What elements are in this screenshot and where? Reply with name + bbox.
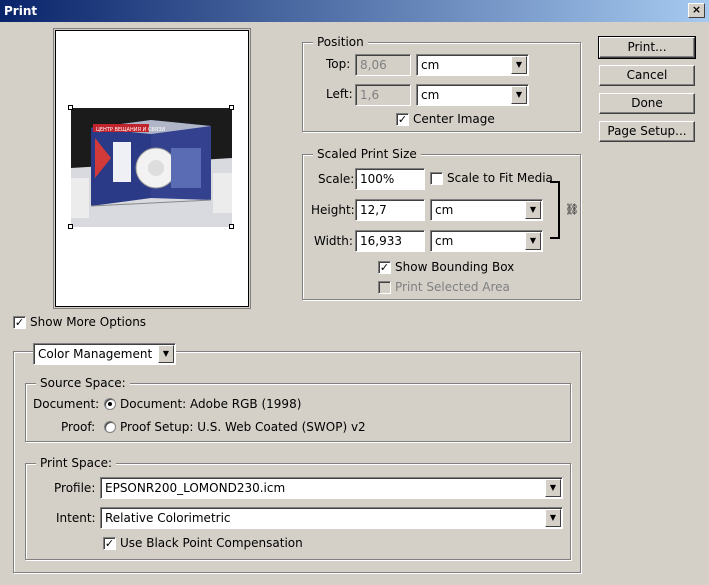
center-image-label: Center Image — [413, 112, 495, 126]
scale-to-fit-checkbox[interactable] — [430, 172, 443, 185]
source-space-label: Source Space: — [36, 376, 130, 390]
cancel-button[interactable]: Cancel — [599, 65, 695, 86]
scale-field[interactable]: 100% — [355, 168, 425, 190]
proof-label: Proof: — [61, 420, 96, 434]
show-more-options-checkbox[interactable]: ✓ — [13, 316, 26, 329]
document-option-label: Document: Adobe RGB (1998) — [120, 397, 302, 411]
height-unit-select[interactable]: cm ▼ — [430, 199, 543, 221]
bounding-box-label: Show Bounding Box — [395, 260, 515, 274]
resize-handle-tr[interactable] — [229, 105, 234, 110]
chevron-down-icon: ▼ — [511, 86, 527, 104]
chevron-down-icon: ▼ — [545, 509, 561, 527]
top-unit-select[interactable]: cm ▼ — [416, 54, 529, 76]
print-selected-area-label: Print Selected Area — [395, 280, 510, 294]
done-button[interactable]: Done — [599, 93, 695, 114]
print-button[interactable]: Print... — [598, 36, 696, 59]
left-unit-value: cm — [421, 88, 440, 102]
width-field[interactable]: 16,933 — [355, 230, 425, 252]
height-label: Height: — [311, 203, 355, 217]
intent-select[interactable]: Relative Colorimetric ▼ — [100, 507, 563, 529]
close-button[interactable]: × — [688, 3, 705, 18]
options-type-value: Color Management — [38, 347, 153, 361]
intent-value: Relative Colorimetric — [105, 511, 231, 525]
proof-option-label: Proof Setup: U.S. Web Coated (SWOP) v2 — [120, 420, 366, 434]
profile-select[interactable]: EPSONR200_LOMOND230.icm ▼ — [100, 477, 563, 499]
left-label: Left: — [326, 87, 353, 101]
bounding-box-checkbox[interactable]: ✓ — [378, 261, 391, 274]
width-unit-select[interactable]: cm ▼ — [430, 230, 543, 252]
show-more-options-label: Show More Options — [30, 315, 147, 329]
document-label: Document: — [33, 397, 100, 411]
title-bar — [0, 0, 709, 22]
left-unit-select[interactable]: cm ▼ — [416, 84, 529, 106]
width-label: Width: — [314, 234, 353, 248]
scaled-group-label: Scaled Print Size — [313, 147, 421, 161]
print-selected-area-checkbox — [378, 281, 391, 294]
black-point-compensation-label: Use Black Point Compensation — [120, 536, 303, 550]
position-group-label: Position — [313, 35, 368, 49]
preview-image[interactable]: ЦЕНТР ВЕЩАНИЯ И СВЯЗИ — [71, 108, 232, 227]
document-radio[interactable] — [104, 398, 116, 410]
page-setup-button[interactable]: Page Setup... — [599, 121, 695, 142]
window-title: Print — [4, 4, 38, 18]
resize-handle-tl[interactable] — [68, 105, 73, 110]
chevron-down-icon: ▼ — [511, 56, 527, 74]
chevron-down-icon: ▼ — [158, 345, 174, 363]
chevron-down-icon: ▼ — [545, 479, 561, 497]
options-type-select[interactable]: Color Management ▼ — [33, 343, 176, 365]
intent-label: Intent: — [56, 511, 96, 525]
proof-radio[interactable] — [104, 421, 116, 433]
left-field[interactable]: 1,6 — [355, 84, 411, 106]
width-unit-value: cm — [435, 234, 454, 248]
height-field[interactable]: 12,7 — [355, 199, 425, 221]
resize-handle-br[interactable] — [229, 224, 234, 229]
chevron-down-icon: ▼ — [525, 201, 541, 219]
scale-label: Scale: — [318, 172, 355, 186]
profile-label: Profile: — [54, 481, 96, 495]
print-space-label: Print Space: — [36, 456, 117, 470]
top-label: Top: — [326, 57, 351, 71]
center-image-checkbox[interactable]: ✓ — [396, 113, 409, 126]
resize-handle-bl[interactable] — [68, 224, 73, 229]
scale-to-fit-label: Scale to Fit Media — [447, 171, 553, 185]
top-unit-value: cm — [421, 58, 440, 72]
booth-banner-text: ЦЕНТР ВЕЩАНИЯ И СВЯЗИ — [96, 127, 165, 133]
top-field[interactable]: 8,06 — [355, 54, 411, 76]
height-unit-value: cm — [435, 203, 454, 217]
chevron-down-icon: ▼ — [525, 232, 541, 250]
chain-link-icon[interactable]: ⛓ — [565, 203, 579, 216]
black-point-compensation-checkbox[interactable]: ✓ — [103, 537, 116, 550]
link-bracket — [550, 181, 560, 239]
profile-value: EPSONR200_LOMOND230.icm — [105, 481, 286, 495]
